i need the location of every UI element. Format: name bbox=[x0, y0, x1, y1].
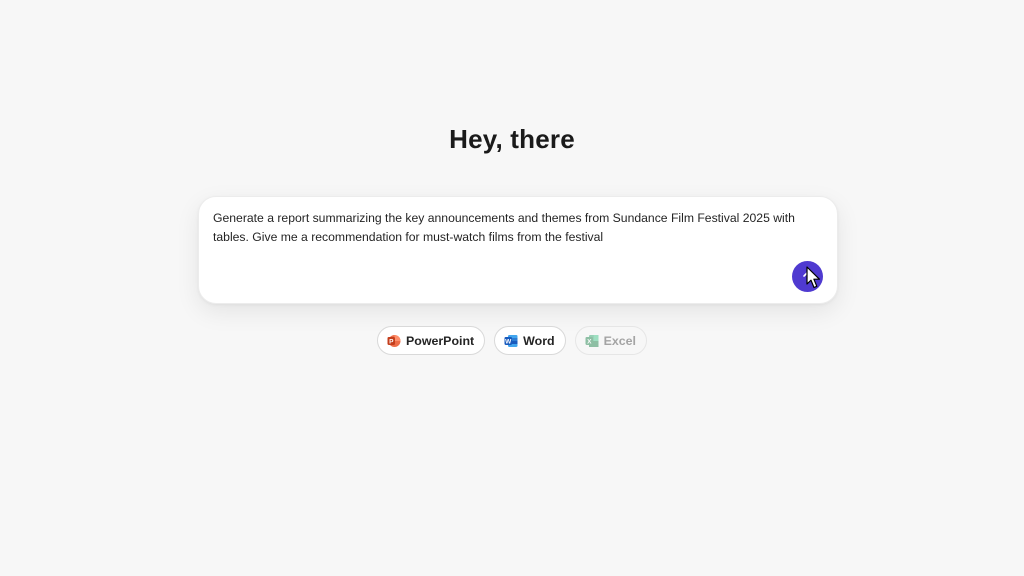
page: Hey, there Generate a report summarizing… bbox=[0, 0, 1024, 576]
app-chips: P PowerPoint W Word X Excel bbox=[0, 326, 1024, 355]
prompt-input[interactable]: Generate a report summarizing the key an… bbox=[213, 209, 823, 259]
word-chip[interactable]: W Word bbox=[494, 326, 566, 355]
powerpoint-chip-label: PowerPoint bbox=[406, 333, 475, 348]
svg-text:P: P bbox=[389, 338, 394, 345]
word-chip-label: Word bbox=[523, 333, 555, 348]
excel-icon: X bbox=[585, 334, 599, 347]
excel-chip[interactable]: X Excel bbox=[574, 326, 647, 355]
powerpoint-icon: P bbox=[387, 334, 401, 347]
send-button[interactable] bbox=[792, 261, 823, 292]
powerpoint-chip[interactable]: P PowerPoint bbox=[377, 326, 486, 355]
send-arrow-icon bbox=[802, 270, 813, 283]
word-icon: W bbox=[504, 334, 518, 347]
svg-text:W: W bbox=[505, 338, 512, 345]
prompt-card: Generate a report summarizing the key an… bbox=[198, 196, 838, 304]
greeting-title: Hey, there bbox=[449, 124, 575, 154]
excel-chip-label: Excel bbox=[603, 333, 636, 348]
svg-text:X: X bbox=[587, 338, 592, 345]
